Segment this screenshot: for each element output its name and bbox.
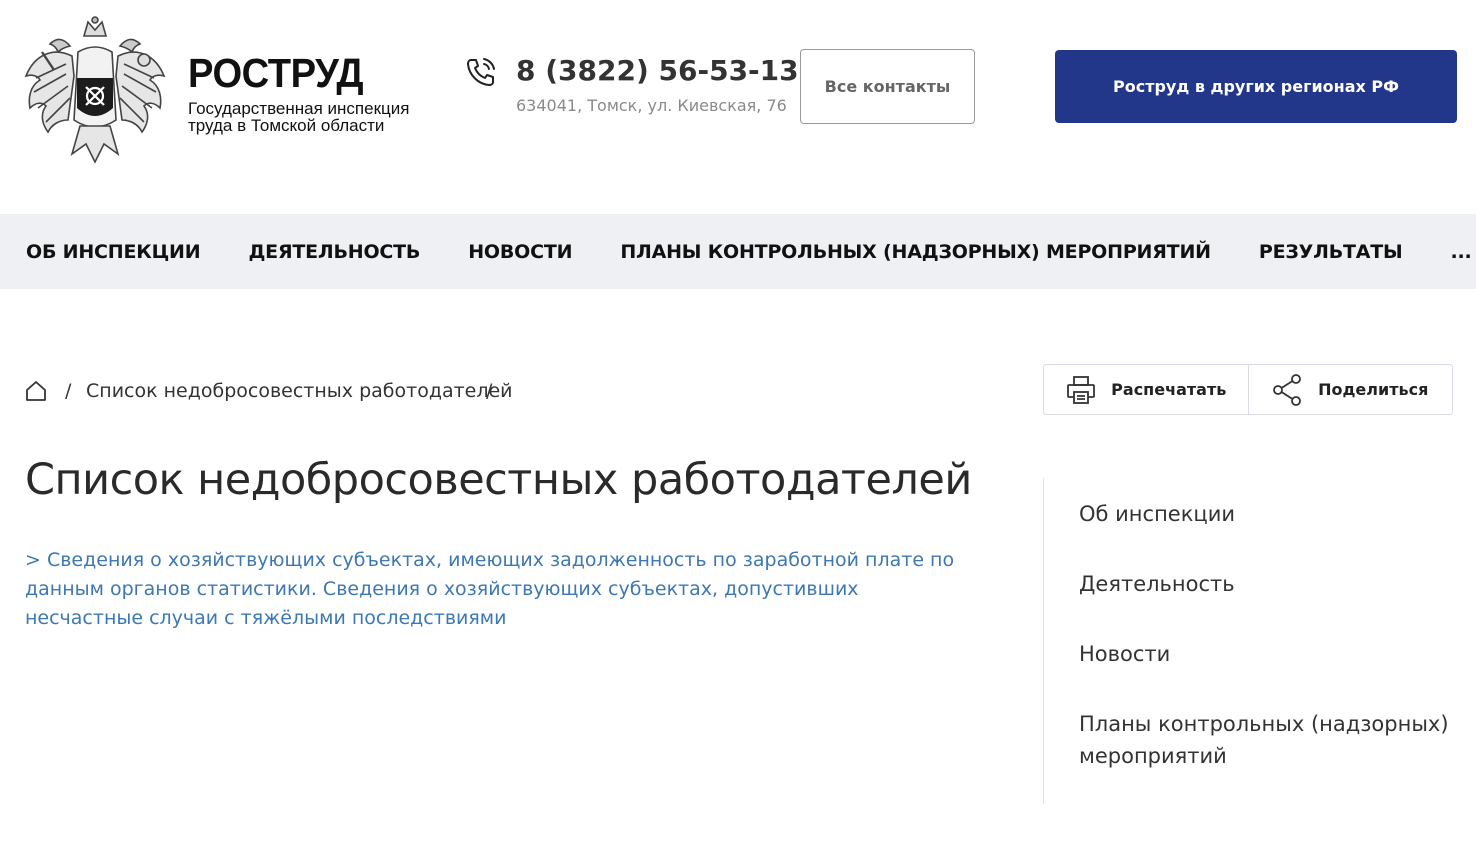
print-label: Распечатать bbox=[1111, 380, 1227, 399]
nav-item-more[interactable]: ... bbox=[1451, 241, 1472, 263]
side-menu-item-news[interactable]: Новости bbox=[1079, 638, 1449, 670]
nav-item-about[interactable]: ОБ ИНСПЕКЦИИ bbox=[26, 241, 201, 263]
nav-item-inspection-plans[interactable]: ПЛАНЫ КОНТРОЛЬНЫХ (НАДЗОРНЫХ) МЕРОПРИЯТИ… bbox=[620, 241, 1211, 263]
nav-item-news[interactable]: НОВОСТИ bbox=[468, 241, 572, 263]
rostrud-regions-button[interactable]: Роструд в других регионах РФ bbox=[1055, 50, 1457, 123]
rostrud-emblem-logo[interactable] bbox=[22, 16, 168, 168]
printer-icon bbox=[1067, 375, 1096, 404]
share-icon bbox=[1273, 373, 1302, 406]
page-title: Список недобросовестных работодателей bbox=[25, 455, 972, 505]
phone-icon bbox=[465, 56, 497, 88]
share-button[interactable]: Поделиться bbox=[1247, 365, 1453, 414]
breadcrumb-separator: / bbox=[486, 380, 493, 402]
debtors-info-link[interactable]: > Сведения о хозяйствующих субъектах, им… bbox=[25, 546, 965, 633]
phone-number[interactable]: 8 (3822) 56-53-13 bbox=[516, 54, 799, 87]
brand-subtitle: Государственная инспекция труда в Томско… bbox=[188, 99, 410, 135]
breadcrumb-separator: / bbox=[65, 380, 72, 402]
home-icon[interactable] bbox=[25, 380, 47, 402]
side-menu-item-about[interactable]: Об инспекции bbox=[1079, 498, 1449, 530]
all-contacts-button[interactable]: Все контакты bbox=[800, 49, 975, 124]
side-menu-item-inspection-plans[interactable]: Планы контрольных (надзорных) мероприяти… bbox=[1079, 708, 1449, 772]
print-button[interactable]: Распечатать bbox=[1044, 365, 1248, 414]
main-navigation: ОБ ИНСПЕКЦИИ ДЕЯТЕЛЬНОСТЬ НОВОСТИ ПЛАНЫ … bbox=[0, 214, 1476, 289]
breadcrumb-current[interactable]: Список недобросовестных работодателей bbox=[86, 380, 513, 402]
side-menu-item-activity[interactable]: Деятельность bbox=[1079, 568, 1449, 600]
address: 634041, Томск, ул. Киевская, 76 bbox=[516, 96, 787, 115]
page-tools: Распечатать Поделиться bbox=[1043, 364, 1453, 415]
nav-item-activity[interactable]: ДЕЯТЕЛЬНОСТЬ bbox=[248, 241, 420, 263]
nav-item-results[interactable]: РЕЗУЛЬТАТЫ bbox=[1259, 241, 1403, 263]
side-menu-divider bbox=[1043, 478, 1044, 804]
brand-title[interactable]: РОСТРУД bbox=[188, 50, 364, 97]
share-label: Поделиться bbox=[1318, 380, 1429, 399]
